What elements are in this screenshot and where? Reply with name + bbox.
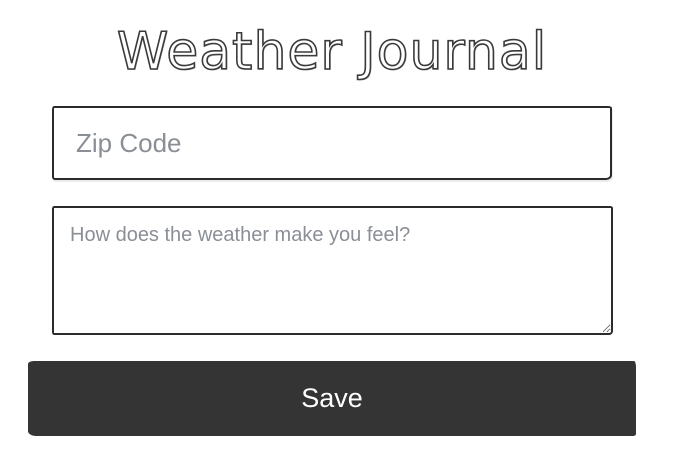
zip-code-input[interactable] — [52, 106, 612, 180]
weather-journal-page: Weather Journal Save — [0, 0, 677, 450]
page-title: Weather Journal — [116, 21, 548, 83]
save-button[interactable]: Save — [28, 361, 636, 436]
feelings-textarea[interactable] — [52, 206, 613, 335]
